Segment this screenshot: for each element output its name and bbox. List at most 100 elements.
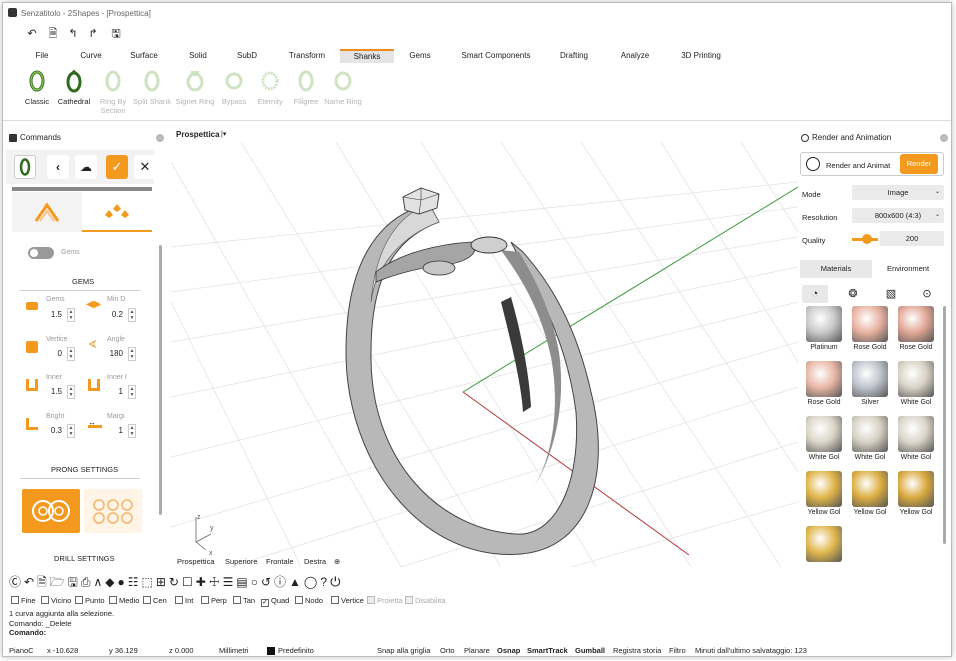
filigree-button[interactable]: Filigree [289, 69, 323, 106]
classic-button[interactable]: Classic [23, 69, 51, 106]
mode-select[interactable]: Image ⌄ [852, 185, 944, 200]
menu-shanks[interactable]: Shanks [340, 49, 394, 63]
field-margi-stepper[interactable]: ▲ ▼ [128, 424, 136, 438]
viewport-tab-prospettica[interactable]: Prospettica [177, 557, 215, 566]
resolution-select[interactable]: 800x600 (4:3) ⌄ [852, 208, 944, 223]
status-filtro[interactable]: Filtro [669, 646, 686, 655]
user-icon[interactable]: Ⓒ [9, 575, 24, 589]
back-button[interactable]: ‹ [47, 155, 69, 179]
viewport-tab-destra[interactable]: Destra [304, 557, 326, 566]
snap-checkbox[interactable] [295, 596, 303, 604]
cap-icon[interactable]: ▲ [289, 575, 304, 589]
status-snap-grid[interactable]: Snap alla griglia [377, 646, 430, 655]
add-viewport-plus-icon[interactable]: ⊕ [334, 557, 340, 566]
snap-checkbox[interactable] [331, 596, 339, 604]
field-gems-input[interactable]: 1.5 ▲ ▼ [30, 308, 80, 322]
menu-surface[interactable]: Surface [123, 49, 165, 63]
viewport-tab-superiore[interactable]: Superiore [225, 557, 258, 566]
snap-vertice[interactable]: Vertice [331, 596, 364, 605]
gem-tool-icon[interactable]: ◆ [105, 575, 117, 589]
commands-scrollbar[interactable] [159, 245, 162, 515]
back-icon[interactable]: ↰ [66, 27, 80, 41]
status-planare[interactable]: Planare [464, 646, 490, 655]
gems-tab-button[interactable] [82, 192, 152, 232]
sphere-tool-icon[interactable]: ● [118, 575, 128, 589]
pan-icon[interactable]: ✚ [196, 575, 209, 589]
cathedral-button[interactable]: Cathedral [56, 69, 92, 106]
field-inner-i-stepper[interactable]: ▲ ▼ [128, 385, 136, 399]
material-swatch[interactable]: White Gol [896, 416, 936, 468]
field-min-d-stepper[interactable]: ▲ ▼ [128, 308, 136, 322]
field-min-d-input[interactable]: 0.2 ▲ ▼ [91, 308, 141, 322]
status-registra-storia[interactable]: Registra storia [613, 646, 661, 655]
material-swatch[interactable]: Yellow Gol [850, 471, 890, 523]
menu-solid[interactable]: Solid [180, 49, 216, 63]
eternity-button[interactable]: Eternity [253, 69, 287, 106]
mouse-icon[interactable]: ☐ [182, 575, 196, 589]
viewport-title[interactable]: Prospettica [176, 130, 220, 139]
snap-checkbox[interactable] [143, 596, 151, 604]
menu-file[interactable]: File [25, 49, 59, 63]
snap-medio[interactable]: Medio [109, 596, 139, 605]
field-inner-input[interactable]: 1.5 ▲ ▼ [30, 385, 80, 399]
field-gems-stepper[interactable]: ▲ ▼ [67, 308, 75, 322]
material-category-more-icon[interactable]: ⊙ [918, 285, 936, 303]
field-inner-i-input[interactable]: 1 ▲ ▼ [91, 385, 141, 399]
snap-checkbox[interactable] [41, 596, 49, 604]
snap-checkbox[interactable] [175, 596, 183, 604]
field-margi-input[interactable]: 1 ▲ ▼ [91, 424, 141, 438]
snap-nodo[interactable]: Nodo [295, 596, 323, 605]
field-vertice-input[interactable]: 0 ▲ ▼ [30, 347, 80, 361]
zoom-extents-icon[interactable]: ⊞ [156, 575, 169, 589]
power-icon[interactable]: ⏻ [330, 575, 344, 589]
render-panel-options-icon[interactable] [940, 134, 948, 142]
material-category-stone-icon[interactable]: ❂ [844, 285, 862, 303]
menu-drafting[interactable]: Drafting [553, 49, 595, 63]
field-angle-input[interactable]: 180 ▲ ▼ [91, 347, 141, 361]
materials-scrollbar[interactable] [943, 306, 946, 544]
tab-materials[interactable]: Materials [800, 260, 872, 278]
snap-checkbox[interactable] [201, 596, 209, 604]
material-swatch[interactable]: Yellow Gol [804, 471, 844, 523]
status-plane[interactable]: PianoC [9, 646, 34, 655]
material-swatch[interactable]: Rose Gold [850, 306, 890, 358]
snap-checkbox[interactable] [75, 596, 83, 604]
name-ring-button[interactable]: Name Ring [323, 69, 363, 106]
signet-ring-button[interactable]: Signet Ring [173, 69, 217, 106]
snap-int[interactable]: Int [175, 596, 193, 605]
confirm-button[interactable]: ✓ [106, 155, 128, 179]
snap-checkbox[interactable] [405, 596, 413, 604]
snap-disabilita[interactable]: Disabilita [405, 596, 445, 605]
redo-icon[interactable]: ↱ [86, 27, 100, 41]
list-icon[interactable]: ☰ [223, 575, 237, 589]
snap-checkbox[interactable]: ✓ [261, 599, 269, 607]
snap-checkbox[interactable] [109, 596, 117, 604]
ring-by-section-button[interactable]: Ring By Section [97, 69, 129, 115]
status-units[interactable]: Millimetri [219, 646, 249, 655]
refresh-icon[interactable]: ↺ [261, 575, 274, 589]
viewport-perspective[interactable]: Prospettica |▾ z y x Prospettica Superio… [171, 130, 798, 570]
snap-proietta[interactable]: Proietta [367, 596, 403, 605]
material-category-shape-icon[interactable]: ◔ [802, 285, 828, 303]
new-icon[interactable]: 🗎 [46, 27, 60, 41]
prong-style-double-button[interactable] [22, 489, 80, 533]
bypass-button[interactable]: Bypass [219, 69, 249, 106]
material-swatch[interactable]: Silver [850, 361, 890, 413]
material-swatch[interactable]: Rose Gold [804, 361, 844, 413]
menu-transform[interactable]: Transform [281, 49, 333, 63]
split-shank-button[interactable]: Split Shank [131, 69, 173, 106]
help-icon[interactable]: ? [320, 575, 330, 589]
menu-subd[interactable]: SubD [229, 49, 265, 63]
material-swatch[interactable]: Platinum [804, 306, 844, 358]
field-vertice-stepper[interactable]: ▲ ▼ [67, 347, 75, 361]
status-smarttrack[interactable]: SmartTrack [527, 646, 568, 655]
material-swatch[interactable]: Yellow Gol [896, 471, 936, 523]
status-layer[interactable]: Predefinito [278, 646, 314, 655]
field-bright-input[interactable]: 0.3 ▲ ▼ [30, 424, 80, 438]
circle-tool-icon[interactable]: ○ [251, 575, 261, 589]
close-button[interactable]: ✕ [134, 155, 156, 179]
field-angle-stepper[interactable]: ▲ ▼ [128, 347, 136, 361]
menu-analyze[interactable]: Analyze [614, 49, 656, 63]
field-bright-stepper[interactable]: ▲ ▼ [67, 424, 75, 438]
select-window-icon[interactable]: ⬚ [142, 575, 156, 589]
